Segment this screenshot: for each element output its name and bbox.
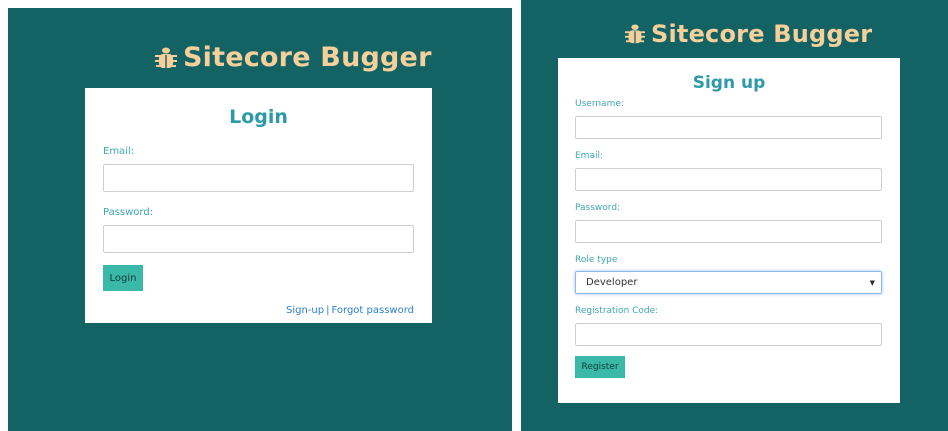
page-title: Sign up	[692, 73, 766, 93]
password-label: Password:	[103, 207, 154, 218]
bug-icon	[625, 24, 645, 44]
username-label: Username:	[575, 99, 624, 109]
brand-logo: Sitecore Bugger	[625, 20, 872, 48]
page-title: Login	[229, 106, 288, 128]
password-label: Password:	[575, 203, 621, 213]
role-type-value: Developer	[586, 277, 638, 288]
signup-card: Sign up Username: Email: Password: Role …	[558, 58, 900, 403]
register-button[interactable]: Register	[575, 356, 625, 378]
chevron-down-icon: ▼	[869, 278, 875, 287]
username-field[interactable]	[575, 116, 882, 139]
email-field[interactable]	[103, 164, 414, 192]
brand-logo: Sitecore Bugger	[155, 42, 432, 73]
brand-name: Sitecore Bugger	[651, 20, 873, 48]
login-button[interactable]: Login	[103, 265, 143, 291]
account-links: Sign-up | Forgot password	[286, 305, 414, 316]
role-type-select[interactable]: Developer ▼	[575, 271, 882, 294]
link-separator: |	[326, 305, 330, 316]
email-label: Email:	[103, 146, 135, 157]
registration-code-label: Registration Code:	[575, 306, 659, 316]
brand-name: Sitecore Bugger	[183, 42, 432, 73]
email-field[interactable]	[575, 168, 882, 191]
login-card: Login Email: Password: Login Sign-up | For…	[85, 88, 432, 323]
role-type-label: Role type	[575, 255, 618, 265]
signup-link[interactable]: Sign-up	[286, 305, 324, 316]
bug-icon	[155, 47, 177, 68]
signup-panel: Sitecore Bugger Sign up Username: Email:…	[521, 0, 948, 431]
registration-code-field[interactable]	[575, 323, 882, 346]
login-panel: Sitecore Bugger Login Email: Password: L…	[8, 8, 512, 431]
password-field[interactable]	[103, 225, 414, 253]
forgot-password-link[interactable]: Forgot password	[332, 305, 415, 316]
email-label: Email:	[575, 151, 604, 161]
password-field[interactable]	[575, 220, 882, 243]
